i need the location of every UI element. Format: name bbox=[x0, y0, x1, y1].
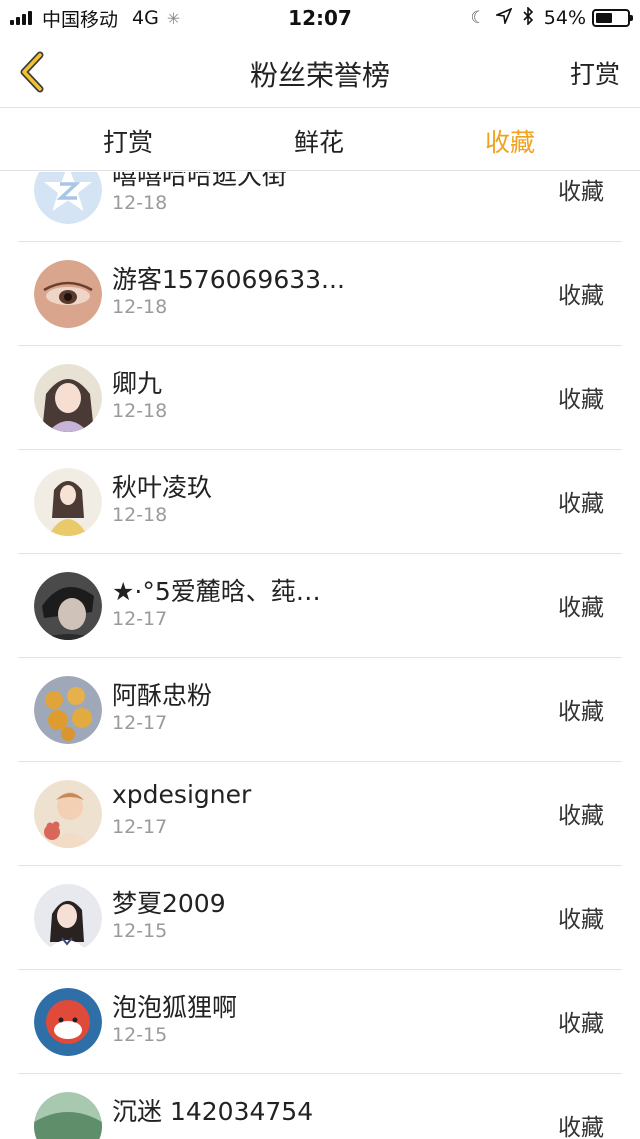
fan-name: ★·°5爱麓晗、莼… bbox=[112, 577, 321, 606]
fan-name: 游客1576069633... bbox=[112, 265, 345, 294]
list-item[interactable]: 嘻嘻哈哈逛大街 12-18 收藏 bbox=[18, 172, 622, 242]
fan-list-content: 嘻嘻哈哈逛大街 12-18 收藏 游客1576069633... 12-18 收… bbox=[0, 172, 640, 1139]
avatar bbox=[34, 884, 102, 952]
fan-name: 梦夏2009 bbox=[112, 889, 226, 918]
fan-date: 12-18 bbox=[112, 192, 168, 214]
bluetooth-icon bbox=[522, 5, 534, 30]
default-avatar-icon bbox=[34, 172, 102, 224]
status-bar: 中国移动 4G ✳ 12:07 ☾ 54% bbox=[0, 0, 640, 36]
fan-action: 收藏 bbox=[558, 1011, 604, 1037]
fan-name: 嘻嘻哈哈逛大街 bbox=[112, 172, 288, 190]
list-item[interactable]: 阿酥忠粉 12-17 收藏 bbox=[18, 658, 622, 762]
avatar bbox=[34, 572, 102, 640]
status-right: ☾ 54% bbox=[470, 5, 633, 30]
list-item[interactable]: 游客1576069633... 12-18 收藏 bbox=[18, 242, 622, 346]
fan-name: 秋叶凌玖 bbox=[112, 473, 213, 502]
fan-action: 收藏 bbox=[558, 1115, 604, 1139]
fan-date: 12-18 bbox=[112, 296, 168, 318]
fan-action: 收藏 bbox=[558, 387, 604, 413]
tab-flowers[interactable]: 鲜花 bbox=[249, 123, 389, 159]
battery-tip bbox=[630, 15, 633, 21]
fan-date: 12-15 bbox=[112, 1024, 168, 1046]
page-title: 粉丝荣誉榜 bbox=[249, 59, 390, 92]
battery-fill bbox=[596, 13, 613, 23]
fan-date: 12-18 bbox=[112, 400, 168, 422]
battery-percent: 54% bbox=[543, 7, 586, 29]
tab-favorites[interactable]: 收藏 bbox=[440, 123, 580, 159]
list-item[interactable]: 泡泡狐狸啊 12-15 收藏 bbox=[18, 970, 622, 1074]
nav-bar: 粉丝荣誉榜 打赏 bbox=[0, 36, 640, 108]
avatar bbox=[34, 676, 102, 744]
fan-date: 12-15 bbox=[112, 920, 168, 942]
fan-action: 收藏 bbox=[558, 595, 604, 621]
fan-name: 沉迷 142034754 bbox=[112, 1097, 314, 1126]
list-item[interactable]: ★·°5爱麓晗、莼… 12-17 收藏 bbox=[18, 554, 622, 658]
fan-action: 收藏 bbox=[558, 803, 604, 829]
list-item[interactable]: 梦夏2009 12-15 收藏 bbox=[18, 866, 622, 970]
fan-action: 收藏 bbox=[558, 699, 604, 725]
fan-name: 阿酥忠粉 bbox=[112, 681, 213, 710]
list-item[interactable]: 秋叶凌玖 12-18 收藏 bbox=[18, 450, 622, 554]
fan-date: 12-17 bbox=[112, 712, 168, 734]
tab-bar: 打赏 鲜花 收藏 bbox=[0, 109, 640, 171]
list-item[interactable]: xpdesigner 12-17 收藏 bbox=[18, 762, 622, 866]
avatar bbox=[34, 1092, 102, 1139]
battery-icon bbox=[592, 9, 633, 27]
fan-action: 收藏 bbox=[558, 179, 604, 205]
fan-name: 卿九 bbox=[112, 369, 163, 398]
list-item[interactable]: 沉迷 142034754 收藏 bbox=[18, 1074, 622, 1139]
fan-action: 收藏 bbox=[558, 491, 604, 517]
fan-date: 12-17 bbox=[112, 608, 168, 630]
location-arrow-icon bbox=[493, 6, 513, 29]
list-item[interactable]: 卿九 12-18 收藏 bbox=[18, 346, 622, 450]
reward-button[interactable]: 打赏 bbox=[570, 55, 620, 91]
avatar bbox=[34, 260, 102, 328]
avatar bbox=[34, 780, 102, 848]
avatar bbox=[34, 468, 102, 536]
fan-list[interactable]: 嘻嘻哈哈逛大街 12-18 收藏 游客1576069633... 12-18 收… bbox=[0, 172, 640, 1139]
tab-reward[interactable]: 打赏 bbox=[58, 123, 198, 159]
fan-date: 12-17 bbox=[112, 816, 168, 838]
fan-name: 泡泡狐狸啊 bbox=[112, 993, 238, 1022]
avatar bbox=[34, 988, 102, 1056]
avatar bbox=[34, 364, 102, 432]
moon-icon: ☾ bbox=[470, 8, 486, 28]
fan-name: xpdesigner bbox=[112, 780, 252, 809]
fan-action: 收藏 bbox=[558, 283, 604, 309]
fan-action: 收藏 bbox=[558, 907, 604, 933]
fan-date: 12-18 bbox=[112, 504, 168, 526]
